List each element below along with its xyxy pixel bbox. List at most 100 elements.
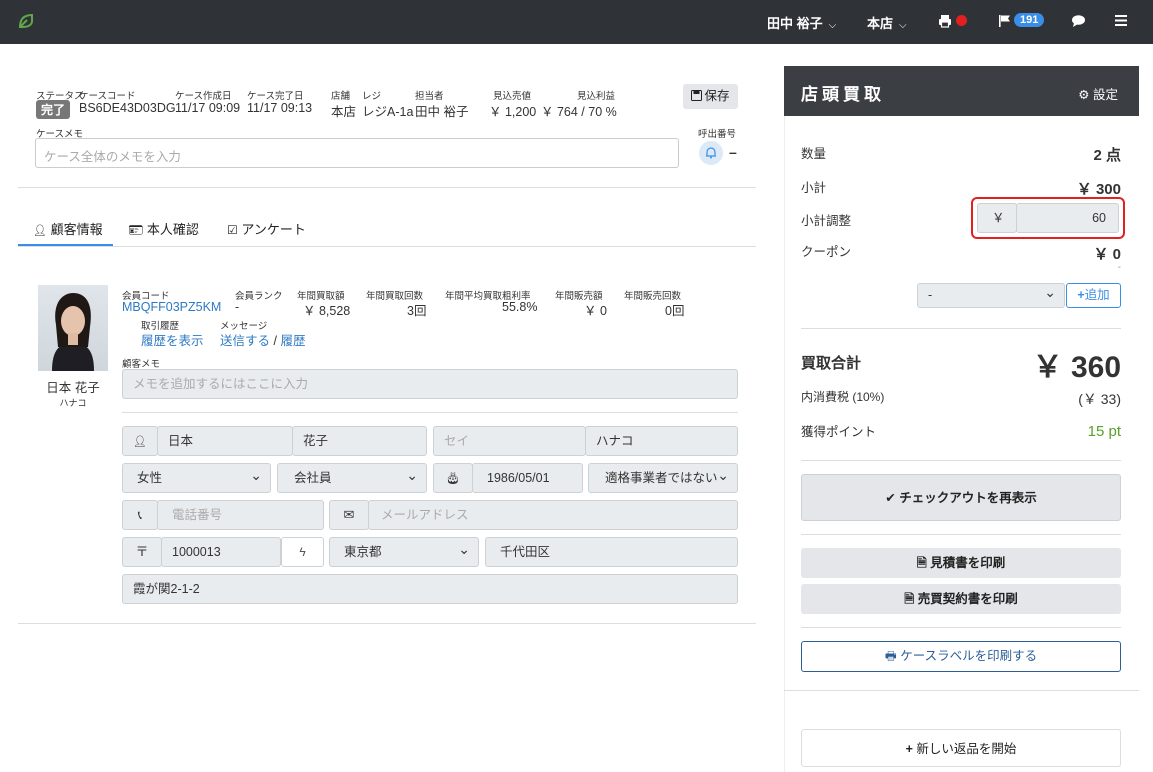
birthday-field[interactable]: 1986/05/01 xyxy=(472,463,583,493)
est-sales-label: 見込売値 xyxy=(493,91,532,102)
notification-badge[interactable]: 191 xyxy=(1014,13,1045,27)
postal-lookup-button[interactable]: ϟ xyxy=(281,537,324,567)
tab-survey[interactable]: ☑ アンケート xyxy=(227,219,306,238)
points-value: 15 pt xyxy=(1087,423,1121,440)
adjust-label: 小計調整 xyxy=(801,214,852,228)
chat-icon[interactable] xyxy=(1071,14,1086,28)
divider xyxy=(18,187,756,188)
save-icon xyxy=(691,90,703,101)
new-return-button[interactable]: + 新しい返品を開始 xyxy=(801,729,1121,767)
plus-icon: + xyxy=(1077,288,1085,302)
pdf-icon: 🗎 xyxy=(904,592,915,606)
coupon-dash: - xyxy=(1117,262,1121,273)
completed-date: 11/17 09:13 xyxy=(247,101,313,115)
status-badge: 完了 xyxy=(36,100,71,119)
rank-label: 会員ランク xyxy=(235,291,283,302)
message-history-link[interactable]: 履歴 xyxy=(280,334,305,348)
postal-icon-box: 〒 xyxy=(122,537,162,567)
divider xyxy=(784,690,1139,691)
panel-header: 店頭買取 ⚙ 設定 xyxy=(784,66,1139,116)
phone-field[interactable]: 電話番号 xyxy=(157,500,324,530)
print-quote-button[interactable]: 🗎 見積書を印刷 xyxy=(801,548,1121,578)
hamburger-menu-icon[interactable] xyxy=(1115,14,1127,27)
phone-icon: 📞︎ xyxy=(137,508,143,522)
save-button[interactable]: 保存 xyxy=(683,84,738,109)
send-message-link[interactable]: 送信する xyxy=(220,334,270,348)
customer-memo-input[interactable]: メモを追加するにはここに入力 xyxy=(122,369,738,399)
tax-label: 内消費税 (10%) xyxy=(801,390,885,404)
user-menu[interactable]: 田中 裕子 ⌵ xyxy=(767,13,836,32)
occupation-select[interactable]: 会社員 xyxy=(277,463,427,493)
est-profit-label: 見込利益 xyxy=(577,91,616,102)
subtotal-label: 小計 xyxy=(801,181,827,195)
printer-icon: 🖶 xyxy=(884,649,897,663)
adjust-currency: ￥ xyxy=(977,203,1017,233)
user-icon: 👤︎ xyxy=(33,225,47,237)
register-label: レジ xyxy=(362,91,382,102)
phone-icon-box: 📞︎ xyxy=(122,500,158,530)
add-coupon-button[interactable]: +追加 xyxy=(1066,283,1121,308)
first-name-field[interactable]: 花子 xyxy=(292,426,427,456)
case-memo-input[interactable]: ケース全体のメモを入力 xyxy=(35,138,679,168)
gear-icon: ⚙ xyxy=(1078,88,1090,102)
person-icon: 👤︎ xyxy=(133,436,147,448)
subtotal-adjust-input[interactable]: 60 xyxy=(1016,203,1119,233)
checkout-button[interactable]: ✔ チェックアウトを再表示 xyxy=(801,474,1121,521)
store-menu[interactable]: 本店 ⌵ xyxy=(867,13,907,32)
city-field[interactable]: 千代田区 xyxy=(485,537,738,567)
prefecture-select[interactable]: 東京都 xyxy=(329,537,479,567)
new-return-label: 新しい返品を開始 xyxy=(916,742,1017,756)
tab-customer-info[interactable]: 👤︎ 顧客情報 xyxy=(33,219,103,238)
coupon-value: ￥ 0 xyxy=(1093,246,1121,263)
rank-value: - xyxy=(235,300,240,314)
email-icon-box: ✉ xyxy=(329,500,369,530)
envelope-icon: ✉ xyxy=(343,507,355,522)
register-value: レジA-1a xyxy=(362,105,414,119)
coupon-select[interactable]: - xyxy=(917,283,1065,308)
save-label: 保存 xyxy=(704,89,730,103)
history-link[interactable]: 履歴を表示 xyxy=(141,330,204,349)
est-profit-value: ￥ 764 / 70 % xyxy=(541,105,617,119)
member-code-link[interactable]: MBQFF03PZ5KM xyxy=(122,300,221,314)
customer-kana: ハナコ xyxy=(59,398,87,408)
tax-value: (￥ 33) xyxy=(1078,391,1121,407)
plus-icon: + xyxy=(905,742,913,756)
person-icon-box: 👤︎ xyxy=(122,426,158,456)
flag-icon[interactable] xyxy=(998,14,1012,28)
annual-sales-count: 0回 xyxy=(665,304,685,318)
staff-value: 田中 裕子 xyxy=(415,105,469,119)
pdf-icon: 🗎 xyxy=(916,556,927,570)
completed-label: ケース完了日 xyxy=(247,91,304,102)
divider xyxy=(801,460,1121,461)
gender-select[interactable]: 女性 xyxy=(122,463,271,493)
checkout-label: チェックアウトを再表示 xyxy=(899,491,1037,505)
divider xyxy=(801,328,1121,329)
annual-buy-amount: ￥ 8,528 xyxy=(303,304,351,318)
settings-button[interactable]: ⚙ 設定 xyxy=(1078,84,1118,103)
last-kana-field[interactable]: セイ xyxy=(433,426,586,456)
printer-icon[interactable] xyxy=(938,14,952,28)
call-bell-button[interactable] xyxy=(699,141,723,165)
email-field[interactable]: メールアドレス xyxy=(368,500,738,530)
postal-code-field[interactable]: 1000013 xyxy=(161,537,281,567)
qty-label: 数量 xyxy=(801,147,827,161)
store-label: 店舗 xyxy=(331,91,351,102)
address-field[interactable]: 霞が関2-1-2 xyxy=(122,574,738,604)
divider xyxy=(18,623,756,624)
invoice-select[interactable]: 適格事業者ではない xyxy=(588,463,738,493)
case-code: BS6DE43D03DG xyxy=(79,101,176,115)
last-name-field[interactable]: 日本 xyxy=(157,426,293,456)
logo-icon[interactable] xyxy=(16,11,36,31)
divider xyxy=(122,412,738,413)
annual-buy-count: 3回 xyxy=(407,304,427,318)
print-case-label-button[interactable]: 🖶 ケースラベルを印刷する xyxy=(801,641,1121,672)
chevron-down-icon: ⌵ xyxy=(828,20,837,31)
tab-label: 顧客情報 xyxy=(50,222,103,237)
call-number-label: 呼出番号 xyxy=(698,129,737,140)
print-case-label: ケースラベルを印刷する xyxy=(900,649,1038,663)
staff-label: 担当者 xyxy=(415,91,444,102)
first-kana-field[interactable]: ハナコ xyxy=(585,426,738,456)
print-contract-button[interactable]: 🗎 売買契約書を印刷 xyxy=(801,584,1121,614)
tab-identity[interactable]: 🪪︎ 本人確認 xyxy=(128,219,199,238)
annual-sales-amount: ￥ 0 xyxy=(584,304,607,318)
